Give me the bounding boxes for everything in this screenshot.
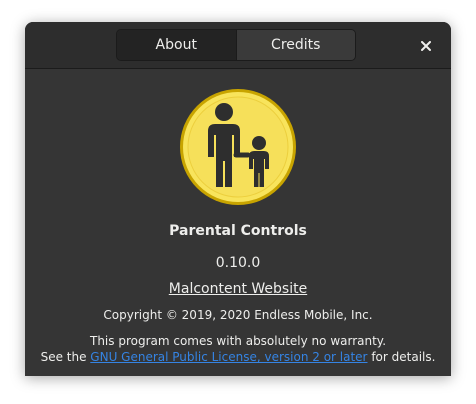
warranty-line: This program comes with absolutely no wa… xyxy=(89,334,387,348)
copyright: Copyright © 2019, 2020 Endless Mobile, I… xyxy=(103,308,373,322)
stack-switcher: About Credits xyxy=(116,29,356,61)
parental-controls-icon xyxy=(180,89,296,205)
license-line: See the GNU General Public License, vers… xyxy=(25,349,451,365)
website-link[interactable]: Malcontent Website xyxy=(169,281,307,297)
tab-credits[interactable]: Credits xyxy=(235,30,355,60)
website-link-row: Malcontent Website xyxy=(25,281,451,297)
license-prefix: See the xyxy=(40,350,91,364)
license-suffix: for details. xyxy=(367,350,436,364)
license-text: This program comes with absolutely no wa… xyxy=(25,333,451,365)
close-button[interactable] xyxy=(415,35,437,57)
close-icon xyxy=(421,41,431,51)
header-bar: About Credits xyxy=(25,22,451,69)
license-link[interactable]: GNU General Public License, version 2 or… xyxy=(90,350,367,364)
app-name: Parental Controls xyxy=(169,223,307,239)
tab-about[interactable]: About xyxy=(117,30,236,60)
about-content: Parental Controls 0.10.0 Malcontent Webs… xyxy=(25,69,451,376)
app-version: 0.10.0 xyxy=(215,255,261,271)
about-dialog: About Credits Parental Controls 0.10.0 M… xyxy=(25,22,451,376)
